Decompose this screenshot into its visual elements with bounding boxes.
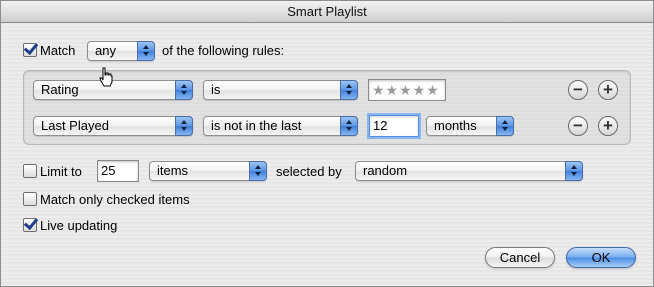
chevron-updown-icon (175, 116, 193, 136)
rule-2-unit-select[interactable]: months (426, 116, 514, 136)
plus-icon: + (603, 116, 613, 135)
chevron-updown-icon (340, 80, 358, 100)
match-mode-value: any (95, 43, 116, 58)
selected-by-select[interactable]: random (355, 161, 583, 181)
rule-1-field-value: Rating (41, 82, 79, 97)
rule-1-add-button[interactable]: + (598, 80, 618, 100)
chevron-updown-icon (249, 161, 267, 181)
match-suffix-label: of the following rules: (162, 43, 285, 58)
rule-2-value-text: 12 (373, 118, 388, 133)
chevron-updown-icon (340, 116, 358, 136)
rule-1-operator-value: is (211, 82, 221, 97)
rule-1-operator-select[interactable]: is (203, 80, 358, 100)
live-updating-checkbox[interactable] (23, 218, 37, 232)
match-label: Match (40, 43, 76, 58)
chevron-updown-icon (175, 80, 193, 100)
match-checkbox[interactable] (23, 43, 37, 57)
smart-playlist-window: Smart Playlist Match any of the followin… (0, 0, 654, 287)
limit-unit-value: items (157, 163, 189, 178)
live-updating-label: Live updating (40, 218, 118, 233)
match-mode-select[interactable]: any (87, 41, 155, 61)
window-title: Smart Playlist (1, 1, 653, 23)
rule-2-field-value: Last Played (41, 118, 109, 133)
rule-2-operator-select[interactable]: is not in the last (203, 116, 358, 136)
chevron-updown-icon (137, 41, 155, 61)
minus-icon: − (573, 80, 583, 99)
limit-label: Limit to (40, 164, 82, 179)
rule-1-remove-button[interactable]: − (568, 80, 588, 100)
limit-value-text: 25 (101, 163, 116, 178)
hand-pointer-icon (99, 67, 113, 87)
rule-1-rating-field[interactable]: ★★★★★ (368, 79, 446, 101)
selected-by-label: selected by (276, 164, 342, 179)
match-only-checked-label: Match only checked items (40, 192, 190, 207)
cancel-button[interactable]: Cancel (485, 247, 555, 268)
rule-2-add-button[interactable]: + (598, 116, 618, 136)
chevron-updown-icon (565, 161, 583, 181)
rule-2-unit-value: months (434, 118, 477, 133)
rule-2-remove-button[interactable]: − (568, 116, 588, 136)
selected-by-value: random (363, 163, 408, 178)
limit-unit-select[interactable]: items (149, 161, 267, 181)
star-rating[interactable]: ★★★★★ (372, 82, 440, 98)
limit-value-input[interactable]: 25 (97, 160, 139, 182)
rule-2-field-select[interactable]: Last Played (33, 116, 193, 136)
match-only-checked-checkbox[interactable] (23, 192, 37, 206)
chevron-updown-icon (496, 116, 514, 136)
rule-2-value-input[interactable]: 12 (369, 115, 419, 137)
limit-checkbox[interactable] (23, 164, 37, 178)
plus-icon: + (603, 80, 613, 99)
ok-button[interactable]: OK (566, 247, 636, 268)
rule-2-operator-value: is not in the last (211, 118, 302, 133)
minus-icon: − (573, 116, 583, 135)
